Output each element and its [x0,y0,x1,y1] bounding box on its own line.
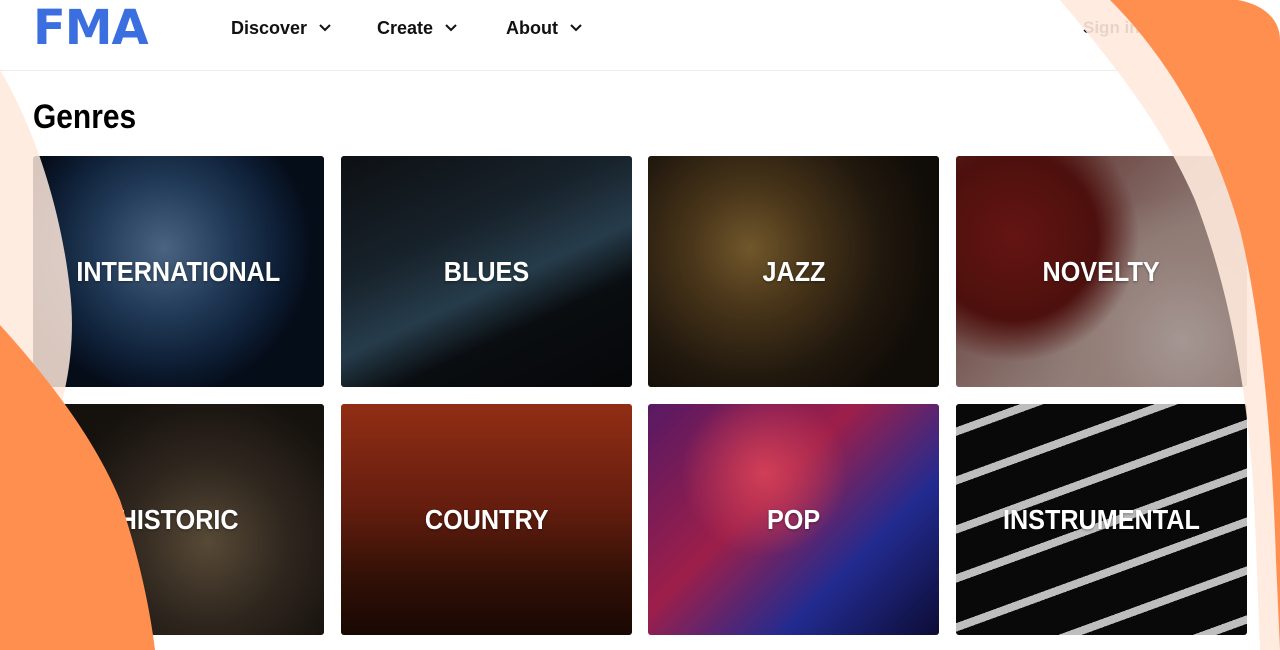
nav-discover-label: Discover [231,17,308,38]
fma-logo[interactable]: FMA [33,4,149,52]
genre-label: HISTORIC [118,503,239,535]
genre-tile-historic[interactable]: HISTORIC [33,404,324,635]
genre-tile-pop[interactable]: POP [648,404,939,635]
page-title: Genres [33,98,137,136]
genre-label: NOVELTY [1042,255,1161,287]
nav-about[interactable]: About [506,16,582,40]
sign-in-link[interactable]: Sign in [1083,18,1140,38]
genre-label: JAZZ [762,255,825,287]
genre-label: INTERNATIONAL [76,255,281,287]
genre-tile-jazz[interactable]: JAZZ [648,156,939,387]
chevron-down-icon [319,24,331,32]
genre-label: BLUES [443,255,530,287]
nav-create-label: Create [377,17,434,38]
genre-tile-instrumental[interactable]: INSTRUMENTAL [956,404,1247,635]
genre-tile-international[interactable]: INTERNATIONAL [33,156,324,387]
genre-tile-blues[interactable]: BLUES [341,156,632,387]
top-navigation-bar: FMA Discover Create About Sign in [0,0,1280,71]
nav-create[interactable]: Create [377,16,457,40]
nav-discover[interactable]: Discover [231,16,331,40]
genre-label: POP [766,503,821,535]
chevron-down-icon [570,24,582,32]
genre-tile-novelty[interactable]: NOVELTY [956,156,1247,387]
genre-label: COUNTRY [424,503,549,535]
chevron-down-icon [445,24,457,32]
nav-about-label: About [506,17,558,38]
genre-tile-country[interactable]: COUNTRY [341,404,632,635]
genre-label: INSTRUMENTAL [1003,503,1200,535]
